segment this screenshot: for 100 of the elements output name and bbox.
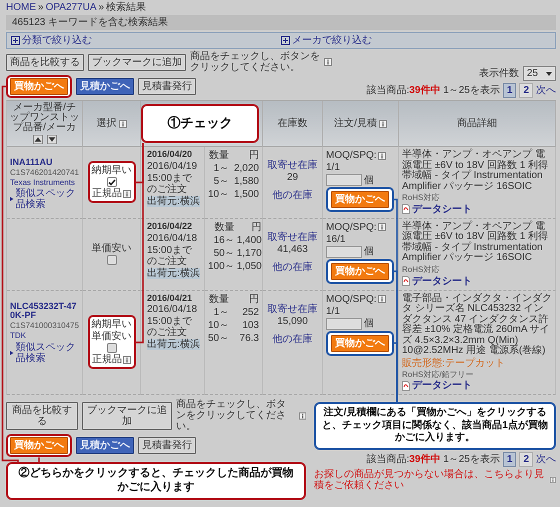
info-icon[interactable] <box>324 58 332 66</box>
checkbox[interactable] <box>106 177 116 188</box>
unit-label: 個 <box>364 246 374 258</box>
quantity-input[interactable] <box>326 318 362 330</box>
unit-label: 個 <box>364 318 374 330</box>
product-detail: 半導体・アンプ・オペアンプ 電源電圧 ±6V to 18V 回路数 1 利得帯域幅 - タイプ Instrumentation Amplifier パッケージ 16SOIC <box>402 222 550 264</box>
breadcrumb-separator: » <box>38 2 44 13</box>
column-header: メーカ型番/チップワンストップ品番/メーカ <box>7 101 83 147</box>
quantity-label: 50～ <box>212 248 235 259</box>
cutoff-date: 2016/04/19 <box>147 160 198 172</box>
quantity-header: 数量 <box>208 150 230 161</box>
page-button[interactable]: 1 <box>502 452 516 467</box>
info-icon[interactable] <box>550 476 556 484</box>
select-tag: 単価安い <box>92 243 132 254</box>
instruction-text: 商品をチェックし、ボタンをクリックしてください。 <box>176 399 288 432</box>
quantity-input[interactable] <box>326 246 362 258</box>
quantity-header: 数量 <box>208 294 230 305</box>
sort-up-icon[interactable] <box>32 135 42 144</box>
callout: 注文/見積欄にある「買物かごへ」をクリックすると、チェック項目に関係なく、該当商品1点が買物かごに入ります。 <box>314 402 556 450</box>
stock-label[interactable]: 取寄せ在庫 <box>268 304 318 315</box>
per-page-select[interactable]: 25 <box>522 66 556 81</box>
maker-link[interactable]: TDK <box>10 332 79 341</box>
product-code: C1S746201420741 <box>10 168 79 178</box>
price-label: 1,050 <box>236 260 262 272</box>
moq-value: 1/1 <box>326 306 341 317</box>
info-icon[interactable] <box>378 152 386 160</box>
quote-cart-button[interactable]: 見積かごへ <box>76 437 134 454</box>
compare-button[interactable]: 商品を比較する <box>6 402 78 430</box>
stock-count: 29 <box>286 172 298 183</box>
next-link[interactable]: 次へ <box>536 85 556 96</box>
delivery-date: 2016/04/22 <box>147 222 194 232</box>
page-button[interactable]: 1 <box>502 83 516 98</box>
similar-search-link[interactable]: 類似スペック品検索 <box>16 342 79 364</box>
ship-from-label: 出荷元:横浜 <box>147 339 200 350</box>
search-title: 465123 キーワードを含む検索結果 <box>6 15 556 30</box>
similar-search-link[interactable]: 類似スペック品検索 <box>16 188 79 210</box>
cutoff-text: 15:00までのご注文 <box>147 172 194 195</box>
stock-label[interactable]: 取寄せ在庫 <box>268 232 318 243</box>
other-stock-link[interactable]: 他の在庫 <box>272 190 312 201</box>
info-icon[interactable] <box>378 295 386 304</box>
breadcrumb-item: 検索結果 <box>106 2 146 13</box>
bookmark-button[interactable]: ブックマークに追加 <box>82 402 172 430</box>
cutoff-date: 2016/04/18 <box>147 304 198 316</box>
quantity-label: 10～ <box>208 320 230 331</box>
cutoff-text: 15:00までのご注文 <box>147 244 194 267</box>
price-label: 1,170 <box>236 248 262 259</box>
part-number[interactable]: INA111AU <box>10 158 79 168</box>
product-code: C1S741000310475 <box>10 322 79 332</box>
maker-link[interactable]: Texas Instruments <box>10 178 79 188</box>
price-label: 1,400 <box>236 234 262 246</box>
quantity-label: 1～ <box>212 163 230 174</box>
quote-issue-button[interactable]: 見積書発行 <box>138 78 196 95</box>
quantity-label: 16～ <box>212 234 235 246</box>
info-icon[interactable] <box>378 223 386 232</box>
next-link[interactable]: 次へ <box>536 454 556 465</box>
moq-value: 1/1 <box>326 162 341 173</box>
info-icon[interactable] <box>123 356 131 364</box>
bookmark-button[interactable]: ブックマークに追加 <box>88 54 186 70</box>
expand-icon <box>11 36 20 45</box>
filter-toggle[interactable]: メーカで絞り込む <box>281 35 551 46</box>
pdf-icon <box>402 276 410 286</box>
checkbox[interactable] <box>106 343 116 354</box>
datasheet-link[interactable]: データシート <box>412 380 472 392</box>
column-header: 在庫数 <box>263 101 323 147</box>
sort-down-icon[interactable] <box>46 135 56 144</box>
breadcrumb-item[interactable]: OPA277UA <box>46 2 97 13</box>
rohs-label: RoHS対応/鉛フリー <box>402 370 475 380</box>
price-label: 1,580 <box>232 176 259 187</box>
filter-toggle[interactable]: 分類で絞り込む <box>11 35 281 46</box>
delivery-date: 2016/04/21 <box>147 294 194 304</box>
info-icon[interactable] <box>378 120 387 128</box>
price-label: 103 <box>241 320 259 331</box>
genuine-label: 正規品 <box>92 188 122 200</box>
breadcrumb-item[interactable]: HOME <box>6 2 36 13</box>
quote-request-link[interactable]: お探しの商品が見つからない場合は、こちらより見積をご依頼ください <box>314 468 548 491</box>
column-header: 注文/見積 <box>323 101 399 147</box>
datasheet-link[interactable]: データシート <box>412 204 472 215</box>
info-icon[interactable] <box>298 412 306 420</box>
quantity-input[interactable] <box>326 174 362 186</box>
quantity-label: 50～ <box>208 332 230 344</box>
moq-label: MOQ/SPQ: <box>326 222 377 233</box>
other-stock-link[interactable]: 他の在庫 <box>272 334 312 345</box>
checkbox[interactable] <box>106 255 116 266</box>
compare-button[interactable]: 商品を比較する <box>6 54 84 70</box>
quote-issue-button[interactable]: 見積書発行 <box>138 437 196 454</box>
moq-label: MOQ/SPQ: <box>326 294 377 305</box>
price-unit: 円 <box>250 222 262 233</box>
datasheet-link[interactable]: データシート <box>412 276 472 287</box>
info-icon[interactable] <box>118 120 126 128</box>
page-button[interactable]: 2 <box>519 452 533 467</box>
other-stock-link[interactable]: 他の在庫 <box>272 262 312 273</box>
page-button[interactable]: 2 <box>519 83 533 98</box>
info-icon[interactable] <box>123 190 131 198</box>
quote-cart-button[interactable]: 見積かごへ <box>76 78 134 95</box>
moq-value: 16/1 <box>326 234 346 245</box>
part-number[interactable]: NLC453232T-470K-PF <box>10 302 79 322</box>
stock-label[interactable]: 取寄せ在庫 <box>268 160 318 171</box>
select-tag: 納期早い <box>92 319 132 330</box>
ship-from-label: 出荷元:横浜 <box>147 196 200 207</box>
pdf-icon <box>402 204 410 214</box>
